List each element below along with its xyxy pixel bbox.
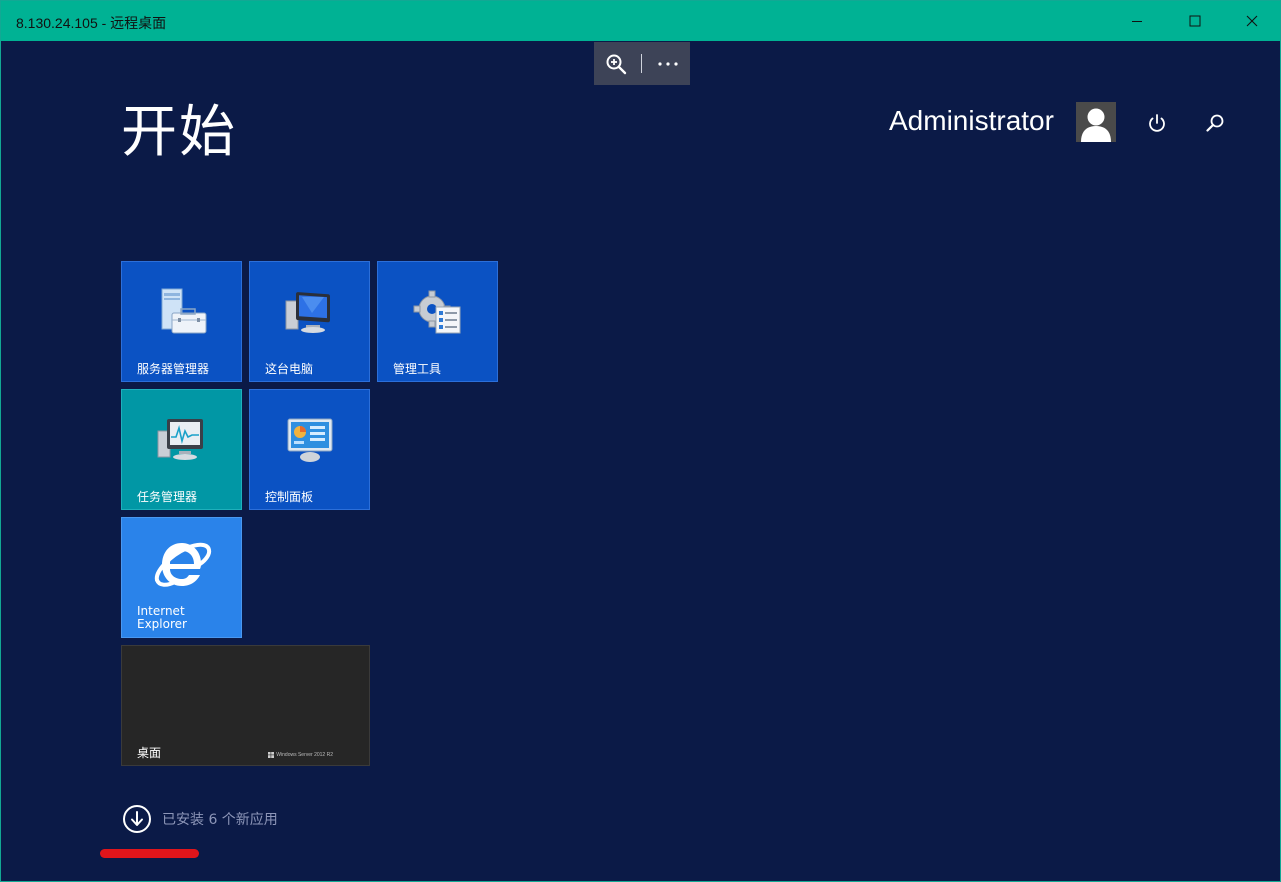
close-icon <box>1246 15 1258 27</box>
computer-icon <box>250 284 369 340</box>
admin-tools-icon <box>378 284 497 340</box>
more-options-button[interactable] <box>646 42 690 85</box>
rdp-bar-separator <box>641 54 642 73</box>
user-avatar[interactable] <box>1076 102 1116 142</box>
arrow-down-circle-icon[interactable] <box>122 804 152 834</box>
search-button[interactable] <box>1200 108 1230 138</box>
tile-label: 任务管理器 <box>137 490 198 504</box>
zoom-button[interactable] <box>594 42 638 85</box>
tile-this-pc[interactable]: 这台电脑 <box>249 261 370 382</box>
power-button[interactable] <box>1142 108 1172 138</box>
windows-logo-icon <box>268 752 275 758</box>
windows-server-brand: Windows Server 2012 R2 <box>268 752 333 758</box>
control-panel-icon <box>250 412 369 468</box>
search-icon <box>1206 114 1224 132</box>
server-manager-icon <box>122 284 241 340</box>
red-annotation-mark <box>100 849 199 858</box>
internet-explorer-icon <box>122 532 241 598</box>
user-avatar-icon <box>1076 102 1116 142</box>
tile-task-manager[interactable]: 任务管理器 <box>121 389 242 510</box>
tile-label-line2: Explorer <box>137 617 187 631</box>
maximize-icon <box>1189 15 1201 27</box>
tile-control-panel[interactable]: 控制面板 <box>249 389 370 510</box>
windows-server-brand-text: Windows Server 2012 R2 <box>276 752 333 758</box>
rdp-connection-bar <box>594 42 690 85</box>
zoom-in-icon <box>606 54 627 74</box>
tile-label-line1: Internet <box>137 604 185 618</box>
tile-label: Internet Explorer <box>137 605 187 631</box>
user-name[interactable]: Administrator <box>889 105 1054 137</box>
tile-server-manager[interactable]: 服务器管理器 <box>121 261 242 382</box>
new-apps-text: 已安装 6 个新应用 <box>162 812 278 828</box>
tile-label: 服务器管理器 <box>137 362 210 376</box>
minimize-icon <box>1132 21 1142 22</box>
task-manager-icon <box>122 412 241 468</box>
tile-admin-tools[interactable]: 管理工具 <box>377 261 498 382</box>
window-title: 8.130.24.105 - 远程桌面 <box>16 15 167 31</box>
minimize-button[interactable] <box>1114 1 1160 41</box>
close-button[interactable] <box>1229 1 1275 41</box>
more-options-icon <box>658 61 678 66</box>
tile-label: 管理工具 <box>393 362 442 376</box>
tile-internet-explorer[interactable]: Internet Explorer <box>121 517 242 638</box>
start-screen-title: 开始 <box>121 100 237 165</box>
tile-label: 这台电脑 <box>265 362 314 376</box>
new-apps-notice[interactable]: 已安装 6 个新应用 <box>122 804 278 834</box>
tile-label: 桌面 <box>137 746 162 760</box>
maximize-button[interactable] <box>1172 1 1218 41</box>
tile-label: 控制面板 <box>265 490 314 504</box>
tile-desktop[interactable]: 桌面 Windows Server 2012 R2 <box>121 645 370 766</box>
remote-desktop-window: 8.130.24.105 - 远程桌面 开始 Administrator 服务器… <box>0 0 1281 882</box>
power-icon <box>1149 114 1165 132</box>
title-bar[interactable]: 8.130.24.105 - 远程桌面 <box>1 1 1280 41</box>
